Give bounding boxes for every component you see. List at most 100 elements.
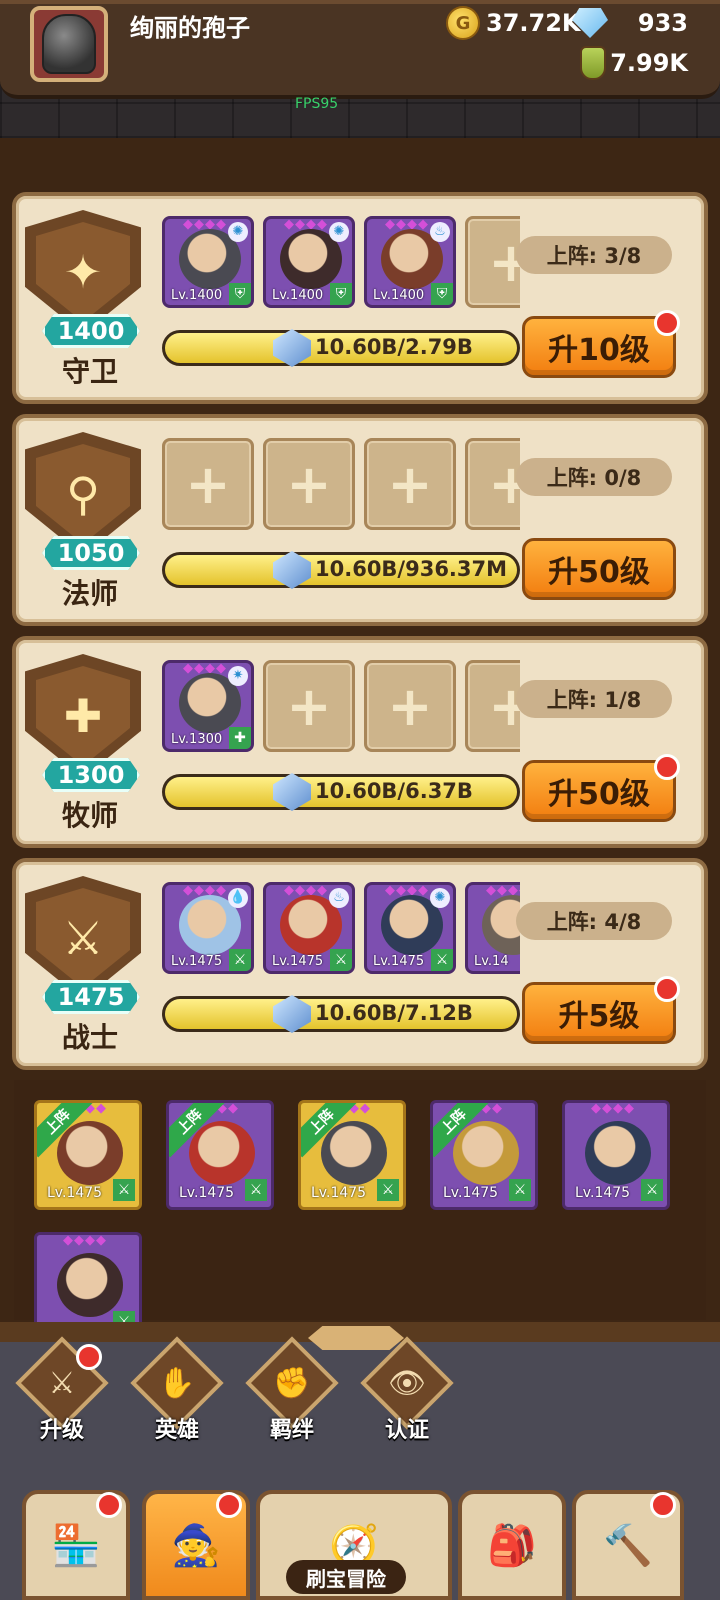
- water-element-icon: 💧: [228, 888, 248, 908]
- helmet-icon: [42, 14, 96, 74]
- shield-icon: ✦: [36, 222, 130, 322]
- fire-element-icon: ♨: [329, 888, 349, 908]
- hero-card[interactable]: ◆◆◆◆ ✺ Lv.1400 ⛨: [263, 216, 355, 308]
- subnav-0[interactable]: ⚔ 升级: [14, 1336, 110, 1450]
- empty-slot-add-button[interactable]: +: [465, 438, 520, 530]
- hero-card[interactable]: ◆◆◆◆ ✷ Lv.1300 ✚: [162, 660, 254, 752]
- class-name: 法师: [61, 577, 118, 610]
- fire-element-icon: ♨: [430, 222, 450, 242]
- class-name: 牧师: [61, 799, 118, 832]
- bottom-tab-backpack[interactable]: 🎒: [458, 1490, 566, 1600]
- shop-icon: 🏪: [51, 1522, 101, 1569]
- notice-dot: [216, 1492, 242, 1518]
- wind-element-icon: ✺: [228, 222, 248, 242]
- subnav-2[interactable]: ✊ 羁绊: [244, 1336, 340, 1450]
- hero-level: Lv.1475: [179, 1185, 235, 1201]
- backpack-icon: 🎒: [487, 1522, 537, 1569]
- upgrade-button[interactable]: 升50级: [522, 538, 676, 600]
- upgrade-cost-text: 10.60B/6.37B: [315, 779, 473, 803]
- cross-icon: ✚: [36, 666, 130, 766]
- hero-level: Lv.1475: [373, 954, 425, 969]
- hero-portrait: [482, 895, 520, 955]
- subnav-label: 认证: [384, 1418, 429, 1443]
- potion-icon: [580, 46, 606, 80]
- roster-hero-card[interactable]: ◆◆◆◆上阵Lv.1475⚔: [430, 1100, 538, 1210]
- shield-icon: ⛨: [229, 283, 251, 305]
- deploy-count: 上阵: 4/8: [516, 902, 672, 940]
- upgrade-cost-bar: 10.60B/2.79B: [162, 329, 520, 367]
- hero-card[interactable]: ◆◆◆◆♨Lv.14⚔: [465, 882, 520, 974]
- roster-hero-card[interactable]: ◆◆◆◆ Lv.1475 ⚔: [562, 1100, 670, 1210]
- upgrade-button[interactable]: 升10级: [522, 316, 676, 378]
- sword-icon: ⚔: [330, 949, 352, 971]
- notice-dot: [96, 1492, 122, 1518]
- upgrade-cost-bar: 10.60B/7.12B: [162, 995, 520, 1033]
- empty-slot-add-button[interactable]: +: [162, 438, 254, 530]
- class-level-badge: 1050: [42, 536, 140, 570]
- potion-counter[interactable]: 7.99K: [580, 46, 688, 80]
- hero-portrait: [585, 1121, 651, 1185]
- hero-slots: ◆◆◆◆ ✷ Lv.1300 ✚ + + +: [162, 660, 520, 764]
- light-element-icon: ✷: [228, 666, 248, 686]
- empty-slot-add-button[interactable]: +: [364, 660, 456, 752]
- hero-portrait: [321, 1121, 387, 1185]
- gem-counter[interactable]: 933: [572, 6, 688, 40]
- hero-card[interactable]: ◆◆◆◆ ✺ Lv.1475 ⚔: [364, 882, 456, 974]
- gold-counter[interactable]: G 37.72K: [446, 6, 581, 40]
- sword-icon: ⚔: [229, 949, 251, 971]
- wind-element-icon: ✺: [430, 888, 450, 908]
- empty-slot-add-button[interactable]: +: [465, 216, 520, 308]
- empty-slot-add-button[interactable]: +: [263, 438, 355, 530]
- class-name: 守卫: [61, 355, 118, 388]
- upgrade-cost-text: 10.60B/2.79B: [315, 335, 473, 359]
- player-name: 绚丽的孢子: [130, 14, 250, 42]
- sword-icon: ⚔: [641, 1179, 663, 1201]
- upgrade-cost-text: 10.60B/7.12B: [315, 1001, 473, 1025]
- collapse-handle[interactable]: [308, 1326, 404, 1350]
- sword-icon: ⚔: [245, 1179, 267, 1201]
- deploy-count: 上阵: 1/8: [516, 680, 672, 718]
- class-level-badge: 1400: [42, 314, 140, 348]
- hero-card[interactable]: ◆◆◆◆ ✺ Lv.1400 ⛨: [162, 216, 254, 308]
- deploy-count: 上阵: 0/8: [516, 458, 672, 496]
- hammer-icon: 🔨: [603, 1522, 653, 1569]
- sword-icon: ⚔: [36, 888, 130, 988]
- hero-level: Lv.1400: [171, 288, 223, 303]
- upgrade-button[interactable]: 升5级: [522, 982, 676, 1044]
- sword-icon: ⚔: [431, 949, 453, 971]
- empty-slot-add-button[interactable]: +: [364, 438, 456, 530]
- class-name: 战士: [61, 1021, 118, 1054]
- hero-portrait-icon: 🧙: [171, 1522, 221, 1569]
- hero-level: Lv.1475: [311, 1185, 367, 1201]
- hero-level: Lv.1400: [272, 288, 324, 303]
- subnav-label: 升级: [39, 1418, 84, 1443]
- hero-level: Lv.1475: [575, 1185, 631, 1201]
- hero-level: Lv.1400: [373, 288, 425, 303]
- roster-hero-card[interactable]: ◆◆◆◆上阵Lv.1475⚔: [166, 1100, 274, 1210]
- sword-icon: ⚔: [113, 1179, 135, 1201]
- subnav-3[interactable]: 👁 认证: [359, 1336, 455, 1450]
- staff-icon: ⚲: [36, 444, 130, 544]
- gem-icon: [572, 8, 608, 38]
- player-avatar[interactable]: [30, 6, 108, 82]
- gem-amount: 933: [637, 9, 688, 37]
- empty-slot-add-button[interactable]: +: [263, 660, 355, 752]
- subnav-1[interactable]: ✋ 英雄: [129, 1336, 225, 1450]
- cross-icon: ✚: [229, 727, 251, 749]
- adventure-tab-label: 刷宝冒险: [286, 1560, 406, 1594]
- hero-card[interactable]: ◆◆◆◆ 💧 Lv.1475 ⚔: [162, 882, 254, 974]
- empty-slot-add-button[interactable]: +: [465, 660, 520, 752]
- hero-slots: ◆◆◆◆ 💧 Lv.1475 ⚔ ◆◆◆◆ ♨ Lv.1475 ⚔ ◆◆◆◆ ✺ Lv.1475 ⚔ ◆…: [162, 882, 520, 986]
- gold-amount: 37.72K: [486, 9, 581, 37]
- roster-hero-card[interactable]: ◆◆◆◆上阵Lv.1475⚔: [298, 1100, 406, 1210]
- star-rating: ◆◆◆◆: [63, 1233, 107, 1248]
- deploy-count: 上阵: 3/8: [516, 236, 672, 274]
- subnav-label: 英雄: [154, 1418, 199, 1443]
- upgrade-button[interactable]: 升50级: [522, 760, 676, 822]
- hero-card[interactable]: ◆◆◆◆ ♨ Lv.1475 ⚔: [263, 882, 355, 974]
- notice-dot: [650, 1492, 676, 1518]
- hero-card[interactable]: ◆◆◆◆ ♨ Lv.1400 ⛨: [364, 216, 456, 308]
- sword-icon: ⚔: [377, 1179, 399, 1201]
- roster-hero-card[interactable]: ◆◆◆◆上阵Lv.1475⚔: [34, 1100, 142, 1210]
- hero-icon: ✋: [158, 1365, 196, 1401]
